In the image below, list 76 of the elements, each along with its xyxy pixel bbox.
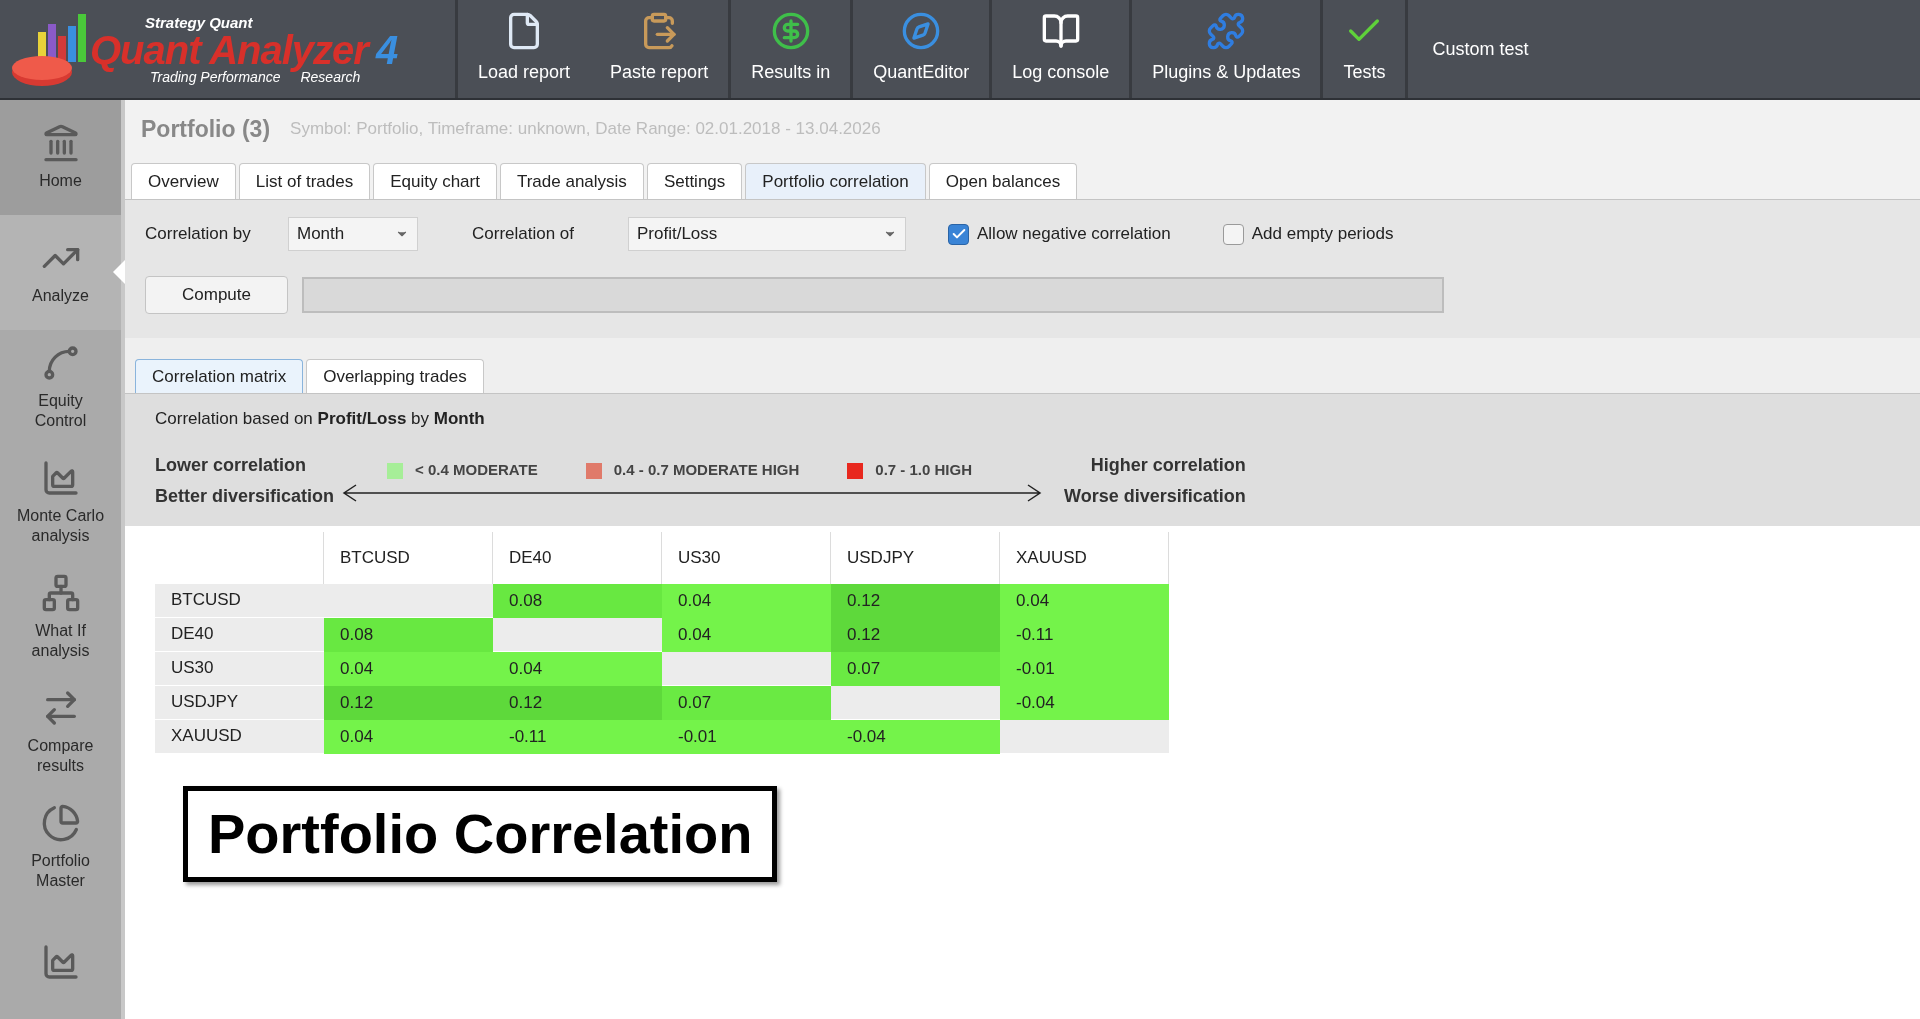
table-cell: -0.11 (493, 719, 662, 754)
checkbox[interactable] (1222, 223, 1244, 245)
tab[interactable]: List of trades (238, 163, 371, 199)
tab[interactable]: Trade analysis (499, 163, 644, 199)
row-header: XAUUSD (155, 719, 324, 754)
legend-label: < 0.4 MODERATE (415, 460, 538, 481)
table-cell: -0.04 (831, 719, 1000, 754)
tagline: Trading Performance (150, 69, 281, 84)
table-cell: 0.12 (493, 685, 662, 720)
sidebar-item[interactable]: Portfolio Master (0, 789, 121, 905)
table-cell: 0.12 (831, 617, 1000, 652)
sidebar-item[interactable]: Equity Control (0, 329, 121, 445)
toolbar-button[interactable]: Paste report (590, 0, 729, 98)
version-number: 4 (375, 29, 399, 70)
tab[interactable]: Overview (131, 163, 236, 199)
caption-box: Portfolio Correlation (183, 785, 778, 882)
table-cell: 0.04 (662, 617, 831, 652)
table-cell: -0.04 (1000, 685, 1169, 720)
row-header: US30 (155, 651, 324, 686)
table-cell: 0.12 (831, 583, 1000, 618)
correlation-of-dropdown[interactable]: Profit/Loss (628, 217, 906, 251)
hierarchy-icon (40, 572, 81, 613)
toolbar-button[interactable]: QuantEditor (853, 0, 990, 98)
toolbar-button[interactable]: Results in (731, 0, 851, 98)
legend-caption: Lower correlation (155, 453, 308, 477)
table-cell: 0.04 (324, 719, 493, 754)
row-header: USDJPY (155, 685, 324, 720)
toolbar-button[interactable]: Load report (458, 0, 591, 98)
summary-text: Correlation based on Profit/Loss by Month (155, 408, 486, 430)
sidebar-item[interactable]: Compare results (0, 674, 121, 790)
legend-label: 0.4 - 0.7 MODERATE HIGH (613, 460, 800, 481)
table-cell: 0.12 (324, 685, 493, 720)
table-cell: 0.08 (324, 617, 493, 652)
toolbar-button[interactable]: Custom test (1408, 35, 1553, 63)
compass-icon (901, 11, 942, 51)
tab[interactable]: Overlapping trades (306, 359, 484, 393)
dollar-icon (770, 11, 811, 51)
tab[interactable]: Portfolio correlation (745, 163, 926, 199)
toolbar-button[interactable]: Tests (1323, 0, 1406, 98)
table-cell: 0.07 (662, 685, 831, 720)
compute-button[interactable]: Compute (145, 276, 288, 314)
row-header: DE40 (155, 617, 324, 652)
sidebar-item[interactable]: Monte Carlo analysis (0, 444, 121, 560)
legend-caption: Worse diversification (1064, 484, 1246, 508)
table-cell: 0.04 (1000, 583, 1169, 618)
legend-caption: Better diversification (155, 484, 335, 508)
field-label: Correlation of (472, 223, 576, 246)
table-cell: -0.01 (1000, 651, 1169, 686)
toolbar-button[interactable]: Plugins & Updates (1132, 0, 1321, 98)
checkbox[interactable] (948, 223, 969, 245)
legend-caption: Higher correlation (1090, 453, 1246, 477)
field-label: Correlation by (145, 223, 252, 246)
table-cell: 0.04 (493, 651, 662, 686)
sidebar-item[interactable]: Home (0, 100, 121, 215)
legend-label: 0.7 - 1.0 HIGH (875, 460, 973, 481)
pie-chart-icon (40, 802, 81, 843)
table-cell: -0.01 (662, 719, 831, 754)
row-header: BTCUSD (155, 583, 324, 618)
sidebar-item[interactable]: What If analysis (0, 559, 121, 675)
table-cell: 0.04 (324, 651, 493, 686)
checkbox-label: Allow negative correlation (977, 223, 1171, 246)
tagline: Research (300, 69, 361, 84)
correlation-by-dropdown[interactable]: Month (288, 217, 418, 251)
table-cell: 0.07 (831, 651, 1000, 686)
table-cell: 0.08 (493, 583, 662, 618)
tab[interactable]: Correlation matrix (135, 359, 304, 393)
tab[interactable]: Open balances (928, 163, 1078, 199)
puzzle-icon (1206, 11, 1247, 51)
checkbox-label: Add empty periods (1251, 223, 1394, 246)
brand-text: Strategy Quant (145, 14, 254, 30)
table-cell: 0.04 (662, 583, 831, 618)
tab[interactable]: Settings (646, 163, 743, 199)
toolbar-button[interactable]: Log console (992, 0, 1130, 98)
table-cell: -0.11 (1000, 617, 1169, 652)
portfolio-title: Portfolio (3) (141, 114, 271, 144)
tab[interactable]: Equity chart (373, 163, 497, 199)
